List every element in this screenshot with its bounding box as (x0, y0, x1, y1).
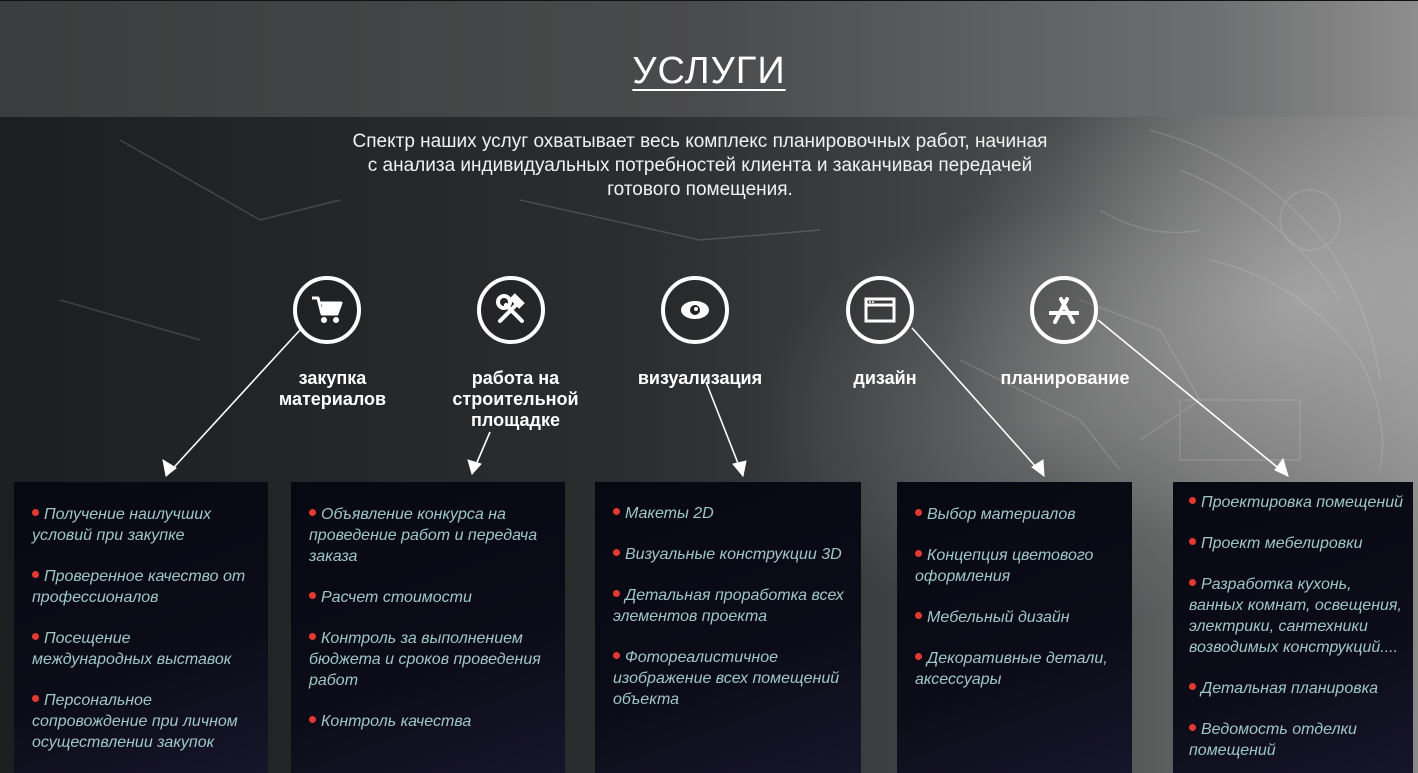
bullet-dot (1189, 724, 1196, 731)
service-card-procurement: Получение наилучших условий при закупке … (14, 482, 268, 773)
bullet-dot (309, 633, 316, 640)
bullet-dot (1189, 683, 1196, 690)
page-title-text: УСЛУГИ (632, 50, 786, 92)
service-label-procurement: закупка материалов (278, 368, 387, 409)
service-icon-planning[interactable] (1030, 276, 1098, 344)
bullet-dot (32, 633, 39, 640)
bullet-dot (309, 716, 316, 723)
list-item: Проектировка помещений (1189, 492, 1407, 513)
list-item: Разработка кухонь, ванных комнат, освеще… (1189, 576, 1402, 656)
list-item: Персональное сопровождение при личном ос… (32, 692, 238, 751)
list-item: Ведомость отделки помещений (1189, 721, 1357, 759)
bullet-dot (1189, 497, 1196, 504)
list-item: Детальная проработка всех элементов прое… (613, 587, 844, 625)
list-item: Выбор материалов (915, 504, 1118, 525)
list-item: Макеты 2D (613, 503, 847, 524)
bullet-dot (1189, 538, 1196, 545)
service-card-planning: Проектировка помещений Проект мебелировк… (1173, 482, 1413, 773)
bullet-dot (915, 550, 922, 557)
hammer-wrench-icon (496, 293, 525, 323)
list-item: Посещение международных выставок (32, 630, 232, 668)
eye-icon (681, 301, 709, 319)
bullet-dot (613, 549, 620, 556)
service-card-visualization: Макеты 2D Визуальные конструкции 3D Дета… (595, 482, 861, 773)
list-item: Декоративные детали, аксессуары (915, 650, 1108, 688)
list-item: Контроль качества (309, 711, 551, 732)
service-icon-visualization[interactable] (661, 276, 729, 344)
bullet-dot (309, 592, 316, 599)
bullet-dot (32, 571, 39, 578)
list-item: Получение наилучших условий при закупке (32, 506, 212, 544)
intro-text: Спектр наших услуг охватывает весь компл… (352, 131, 1048, 200)
list-item: Проверенное качество от профессионалов (32, 568, 246, 606)
browser-window-icon (864, 297, 896, 323)
list-item: Визуальные конструкции 3D (613, 544, 847, 565)
list-item: Мебельный дизайн (915, 607, 1118, 628)
service-icon-design[interactable] (846, 276, 914, 344)
bullet-dot (915, 509, 922, 516)
bullet-dot (309, 509, 316, 516)
bullet-dot (915, 612, 922, 619)
service-label-design: дизайн (853, 368, 917, 388)
list-item: Детальная планировка (1189, 678, 1407, 699)
service-card-construction: Объявление конкурса на проведение работ … (291, 482, 565, 773)
service-icon-construction[interactable] (477, 276, 545, 344)
list-item: Расчет стоимости (309, 587, 551, 608)
list-item: Объявление конкурса на проведение работ … (309, 506, 538, 565)
list-item: Фотореалистичное изображение всех помеще… (613, 649, 840, 708)
page-title: УСЛУГИ (0, 50, 1418, 93)
shopping-cart-icon (312, 296, 343, 323)
service-card-design: Выбор материалов Концепция цветового офо… (897, 482, 1132, 773)
list-item: Проект мебелировки (1189, 533, 1407, 554)
service-label-planning: планирование (1000, 368, 1130, 388)
service-label-visualization: визуализация (637, 368, 763, 388)
service-icon-procurement[interactable] (293, 276, 361, 344)
bullet-dot (1189, 579, 1196, 586)
list-item: Контроль за выполнением бюджета и сроков… (309, 630, 541, 689)
bullet-dot (32, 695, 39, 702)
bullet-dot (613, 508, 620, 515)
list-item: Концепция цветового оформления (915, 547, 1094, 585)
bullet-dot (613, 590, 620, 597)
bullet-dot (915, 653, 922, 660)
bullet-dot (613, 652, 620, 659)
service-label-construction: работа на строительной площадке (452, 368, 579, 430)
bullet-dot (32, 509, 39, 516)
app-store-icon (1049, 297, 1079, 324)
